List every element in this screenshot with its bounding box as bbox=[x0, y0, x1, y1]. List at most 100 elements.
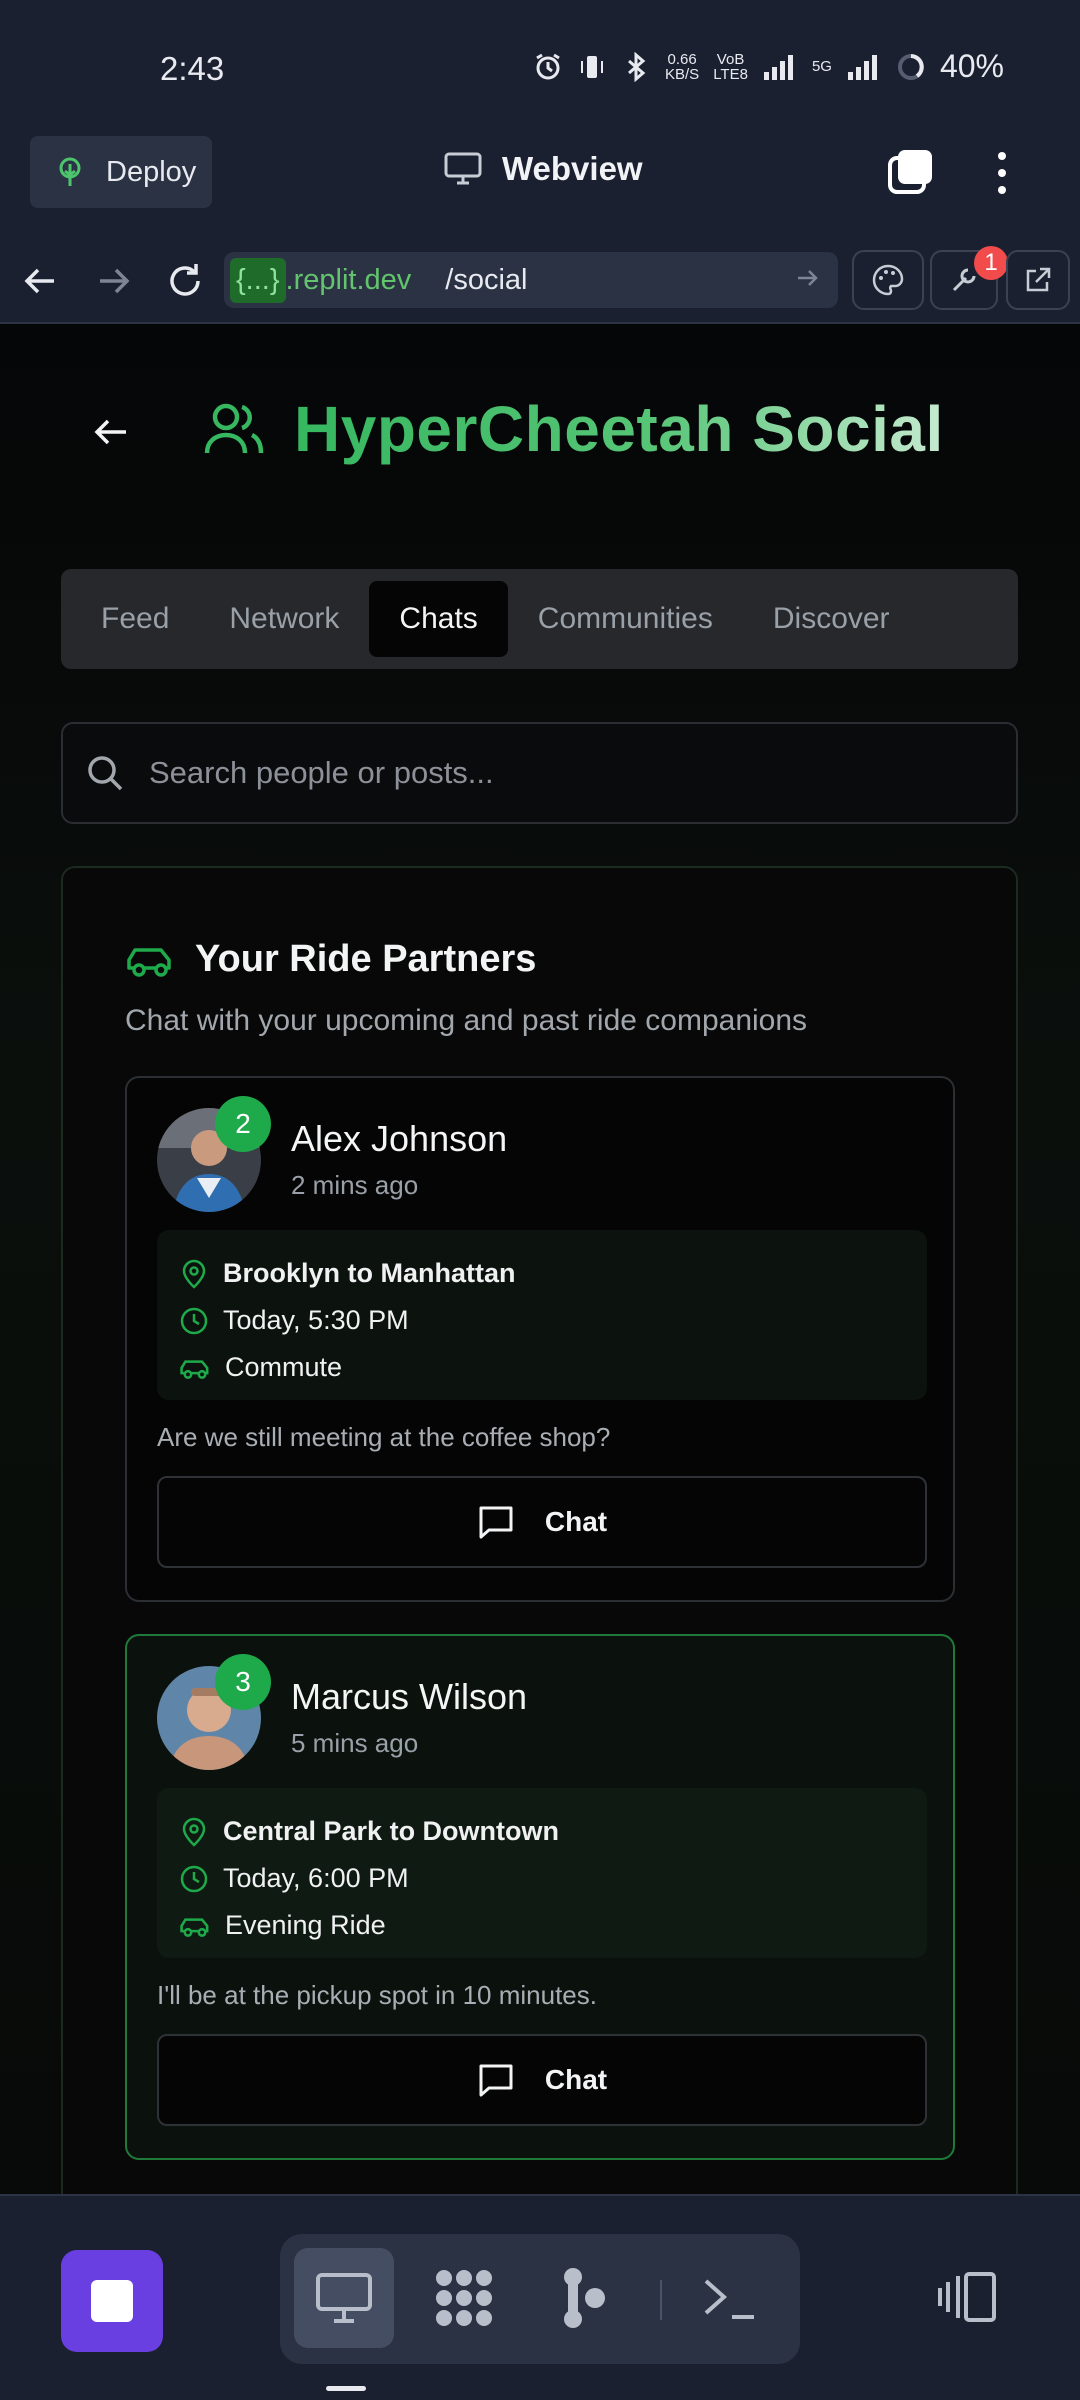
stop-button[interactable] bbox=[61, 2250, 163, 2352]
search-input[interactable] bbox=[149, 755, 969, 791]
ride-type: Evening Ride bbox=[179, 1902, 905, 1949]
open-external-button[interactable] bbox=[1006, 250, 1070, 310]
theme-button[interactable] bbox=[852, 250, 924, 310]
clock-icon bbox=[180, 1307, 208, 1334]
home-indicator bbox=[326, 2386, 366, 2391]
section-tabs: Feed Network Chats Communities Discover bbox=[61, 569, 1018, 669]
url-badge: {...} bbox=[230, 257, 286, 303]
status-icons: 0.66 KB/S VoB LTE8 5G 40% bbox=[533, 48, 1004, 85]
section-subtitle: Chat with your upcoming and past ride co… bbox=[125, 1004, 808, 1037]
clock-icon bbox=[180, 1865, 208, 1892]
deploy-icon bbox=[59, 157, 81, 186]
route-text: Central Park to Downtown bbox=[223, 1816, 560, 1846]
type-text: Evening Ride bbox=[225, 1910, 386, 1940]
time-text: Today, 6:00 PM bbox=[223, 1863, 409, 1893]
go-arrow-icon[interactable] bbox=[794, 264, 822, 292]
webview-title-text: Webview bbox=[502, 150, 643, 187]
last-message: Are we still meeting at the coffee shop? bbox=[157, 1422, 611, 1452]
signal-icon bbox=[763, 54, 793, 80]
agent-tool-button[interactable] bbox=[534, 2248, 634, 2348]
bottom-app-bar bbox=[0, 2194, 1080, 2400]
ride-route: Brooklyn to Manhattan bbox=[179, 1250, 905, 1297]
last-message: I'll be at the pickup spot in 10 minutes… bbox=[157, 1980, 597, 2010]
devtools-button[interactable]: 1 bbox=[930, 246, 1008, 310]
deploy-label: Deploy bbox=[106, 155, 197, 188]
chat-card[interactable]: 2 Alex Johnson 2 mins ago Brooklyn to Ma… bbox=[125, 1076, 955, 1602]
tab-network[interactable]: Network bbox=[199, 581, 369, 657]
avatar-wrap: 2 bbox=[157, 1096, 271, 1212]
chat-button[interactable]: Chat bbox=[157, 1476, 927, 1568]
message-square-icon bbox=[479, 1506, 513, 1539]
webview-tool-button[interactable] bbox=[294, 2248, 394, 2348]
network-type: 5G bbox=[811, 58, 832, 75]
tool-dock bbox=[280, 2234, 800, 2364]
apps-tool-button[interactable] bbox=[414, 2248, 514, 2348]
monitor-icon bbox=[444, 152, 482, 185]
vibrate-icon bbox=[581, 55, 603, 78]
tab-communities[interactable]: Communities bbox=[508, 581, 743, 657]
signal-icon-2 bbox=[847, 54, 877, 80]
tab-discover[interactable]: Discover bbox=[743, 581, 920, 657]
car-icon bbox=[180, 1359, 209, 1379]
url-field[interactable]: {...} .replit.dev /social bbox=[224, 252, 838, 308]
app-toolbar: Deploy Webview bbox=[0, 130, 1080, 238]
ride-time: Today, 6:00 PM bbox=[179, 1855, 905, 1902]
url-path: /social bbox=[445, 263, 528, 296]
stop-icon bbox=[91, 2280, 133, 2322]
volte-top: VoB bbox=[716, 50, 745, 68]
side-panel-icon[interactable] bbox=[936, 2266, 1000, 2326]
status-time: 2:43 bbox=[160, 50, 225, 87]
tab-chats[interactable]: Chats bbox=[369, 581, 508, 657]
unread-badge: 2 bbox=[215, 1096, 271, 1152]
volte-indicator: VoB LTE8 bbox=[713, 52, 748, 82]
chat-button-label: Chat bbox=[544, 2064, 608, 2095]
contact-name: Alex Johnson bbox=[291, 1118, 508, 1159]
contact-time: 2 mins ago bbox=[291, 1170, 419, 1200]
net-speed-value: 0.66 bbox=[667, 50, 697, 68]
ride-partners-panel: Your Ride Partners Chat with your upcomi… bbox=[61, 866, 1018, 2194]
search-icon bbox=[88, 756, 123, 791]
palette-icon bbox=[872, 264, 904, 296]
apps-grid-icon bbox=[436, 2270, 492, 2326]
back-icon[interactable] bbox=[16, 256, 66, 306]
webview-content: HyperCheetah Social Feed Network Chats C… bbox=[0, 324, 1080, 2194]
chat-button[interactable]: Chat bbox=[157, 2034, 927, 2126]
address-bar: {...} .replit.dev /social 1 bbox=[0, 238, 1080, 324]
battery-level: 40% bbox=[939, 48, 1004, 84]
search-box bbox=[61, 722, 1018, 824]
url-domain: .replit.dev bbox=[285, 263, 412, 296]
avatar-wrap: 3 bbox=[157, 1654, 271, 1770]
tabs-switcher-icon[interactable] bbox=[886, 146, 936, 196]
route-text: Brooklyn to Manhattan bbox=[223, 1258, 516, 1288]
net-speed: 0.66 KB/S bbox=[665, 52, 699, 82]
chat-card[interactable]: 3 Marcus Wilson 5 mins ago Central Park … bbox=[125, 1634, 955, 2160]
page-back-icon[interactable] bbox=[92, 412, 132, 452]
monitor-icon bbox=[316, 2273, 372, 2323]
unread-badge: 3 bbox=[215, 1654, 271, 1710]
page-title: HyperCheetah Social bbox=[294, 393, 944, 465]
type-text: Commute bbox=[225, 1352, 343, 1382]
volte-bottom: LTE8 bbox=[713, 65, 748, 83]
webview-title: Webview bbox=[444, 150, 643, 188]
tab-feed[interactable]: Feed bbox=[71, 581, 199, 657]
refresh-icon[interactable] bbox=[160, 256, 210, 306]
terminal-icon bbox=[704, 2279, 754, 2319]
shell-tool-button[interactable] bbox=[680, 2248, 780, 2348]
status-bar: 2:43 0.66 KB/S VoB LTE8 5G 40% bbox=[0, 0, 1080, 130]
dock-divider bbox=[660, 2280, 662, 2320]
car-icon bbox=[180, 1917, 209, 1937]
ride-time: Today, 5:30 PM bbox=[179, 1297, 905, 1344]
forward-icon[interactable] bbox=[88, 256, 138, 306]
bluetooth-icon bbox=[628, 51, 646, 82]
page-header: HyperCheetah Social bbox=[204, 392, 944, 466]
message-square-icon bbox=[479, 2064, 513, 2097]
ride-info: Brooklyn to Manhattan Today, 5:30 PM Com… bbox=[157, 1230, 927, 1400]
notification-badge: 1 bbox=[974, 246, 1008, 280]
time-text: Today, 5:30 PM bbox=[223, 1305, 409, 1335]
contact-name: Marcus Wilson bbox=[291, 1676, 528, 1717]
contact-time: 5 mins ago bbox=[291, 1728, 419, 1758]
alarm-icon bbox=[536, 53, 560, 79]
more-options-icon[interactable] bbox=[990, 148, 1014, 198]
deploy-button[interactable]: Deploy bbox=[30, 136, 212, 208]
battery-ring-icon bbox=[897, 53, 924, 80]
